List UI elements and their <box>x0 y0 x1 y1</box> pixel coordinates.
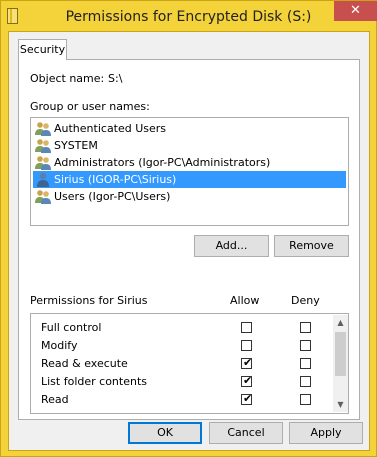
permission-row: Full control <box>31 319 331 337</box>
apply-button[interactable]: Apply <box>289 422 363 444</box>
permissions-scrollbar[interactable]: ▲ ▼ <box>333 315 348 412</box>
group-names-label: Group or user names: <box>30 100 150 113</box>
permissions-list: ▲ ▼ Full control Modify Read & execute ✔ Lis… <box>30 313 349 414</box>
group-list-item[interactable]: Administrators (Igor-PC\Administrators) <box>33 154 346 171</box>
permission-name: List folder contents <box>41 375 147 388</box>
scroll-thumb[interactable] <box>335 332 346 376</box>
deny-checkbox[interactable] <box>300 394 311 405</box>
remove-button[interactable]: Remove <box>274 235 349 257</box>
tab-security[interactable]: Security <box>18 39 67 60</box>
group-list-item[interactable]: Users (Igor-PC\Users) <box>33 188 346 205</box>
deny-checkbox[interactable] <box>300 340 311 351</box>
checkmark-icon: ✔ <box>243 392 253 405</box>
group-list-item-label: Authenticated Users <box>54 122 167 135</box>
cancel-button[interactable]: Cancel <box>209 422 283 444</box>
deny-checkbox[interactable] <box>300 322 311 333</box>
users-group-icon <box>35 138 51 153</box>
deny-checkbox[interactable] <box>300 358 311 369</box>
allow-checkbox[interactable]: ✔ <box>241 392 253 405</box>
group-list-item-label: SYSTEM <box>54 139 98 152</box>
permission-row: Modify <box>31 337 331 355</box>
users-group-icon <box>35 189 51 204</box>
group-list-item[interactable]: Sirius (IGOR-PC\Sirius) <box>33 171 346 188</box>
group-list-item-label: Users (Igor-PC\Users) <box>54 190 171 203</box>
group-list-item[interactable]: SYSTEM <box>33 137 346 154</box>
permission-name: Modify <box>41 339 78 352</box>
close-button[interactable]: ✕ <box>334 1 377 21</box>
group-user-list[interactable]: Authenticated Users SYSTEM Administrators … <box>30 117 349 226</box>
scroll-down-icon[interactable]: ▼ <box>333 397 348 412</box>
permissions-dialog: Permissions for Encrypted Disk (S:) ✕ Se… <box>0 0 377 457</box>
permission-name: Full control <box>41 321 102 334</box>
add-button[interactable]: Add... <box>194 235 269 257</box>
ok-button[interactable]: OK <box>128 422 202 444</box>
permission-row: List folder contents ✔ <box>31 373 331 391</box>
security-tab-panel: Object name: S:\ Group or user names: Au… <box>18 59 360 420</box>
user-icon <box>35 172 51 187</box>
permissions-header: Permissions for Sirius <box>30 294 148 307</box>
group-list-item[interactable]: Authenticated Users <box>33 120 346 137</box>
dialog-body: Security Object name: S:\ Group or user … <box>8 31 370 451</box>
users-group-icon <box>35 121 51 136</box>
allow-checkbox[interactable] <box>241 322 252 333</box>
permission-row: Read & execute ✔ <box>31 355 331 373</box>
deny-header: Deny <box>291 294 320 307</box>
permission-name: Read <box>41 393 69 406</box>
group-list-item-label: Sirius (IGOR-PC\Sirius) <box>54 173 177 186</box>
users-group-icon <box>35 155 51 170</box>
title-bar[interactable]: Permissions for Encrypted Disk (S:) ✕ <box>1 1 377 33</box>
permission-name: Read & execute <box>41 357 128 370</box>
object-name-value: S:\ <box>108 72 123 85</box>
checkmark-icon: ✔ <box>243 356 253 369</box>
window-title: Permissions for Encrypted Disk (S:) <box>65 9 312 25</box>
allow-checkbox[interactable]: ✔ <box>241 356 253 369</box>
group-list-item-label: Administrators (Igor-PC\Administrators) <box>54 156 271 169</box>
allow-checkbox[interactable] <box>241 340 252 351</box>
checkmark-icon: ✔ <box>243 374 253 387</box>
permission-row: Read ✔ <box>31 391 331 409</box>
object-name-label: Object name: <box>30 72 105 85</box>
allow-header: Allow <box>230 294 260 307</box>
scroll-up-icon[interactable]: ▲ <box>333 315 348 330</box>
deny-checkbox[interactable] <box>300 376 311 387</box>
allow-checkbox[interactable]: ✔ <box>241 374 253 387</box>
